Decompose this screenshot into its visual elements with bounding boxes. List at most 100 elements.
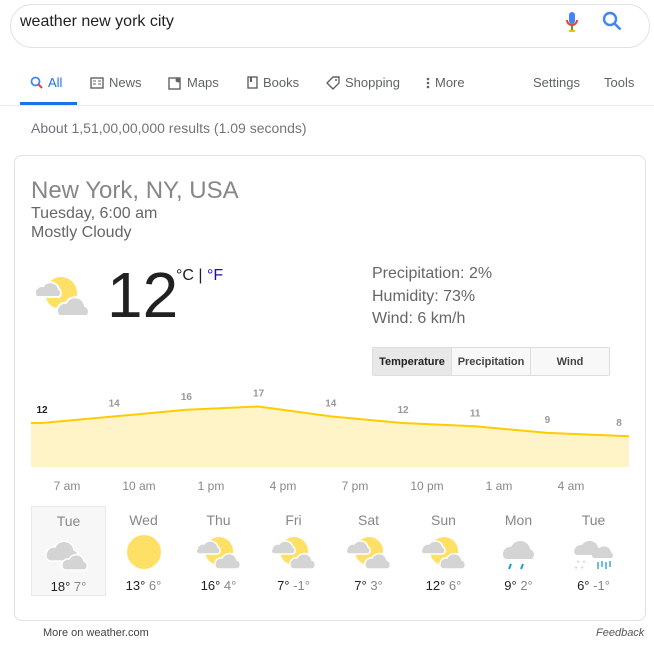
tab-books[interactable]: Books xyxy=(247,75,299,90)
low-temp: 2° xyxy=(520,578,533,593)
hour-label: 10 pm xyxy=(410,479,444,493)
hour-label: 1 pm xyxy=(197,479,225,493)
high-temp: 6° xyxy=(577,578,590,593)
tab-label: News xyxy=(109,75,142,90)
forecast-day[interactable]: Sun 12° 6° xyxy=(406,506,481,596)
fahrenheit-unit[interactable]: °F xyxy=(207,267,223,284)
wind: Wind: 6 km/h xyxy=(372,310,466,327)
condition: Mostly Cloudy xyxy=(31,224,132,241)
low-temp: -1° xyxy=(593,578,610,593)
chart-mode-selector: Temperature Precipitation Wind xyxy=(372,347,610,376)
hour-label: 7 pm xyxy=(341,479,369,493)
humidity: Humidity: 73% xyxy=(372,288,476,305)
hour-label: 10 am xyxy=(122,479,156,493)
forecast-day[interactable]: Tue + + + + 6° -1° xyxy=(556,506,631,596)
partly-cloudy-icon xyxy=(33,277,90,317)
microphone-icon[interactable] xyxy=(565,11,579,33)
tab-label: More xyxy=(435,75,465,90)
low-temp: 3° xyxy=(370,578,383,593)
tab-more[interactable]: More xyxy=(426,75,465,90)
wind-button[interactable]: Wind xyxy=(531,348,609,375)
day-temps: 9° 2° xyxy=(481,578,556,593)
day-name: Sat xyxy=(357,512,379,528)
day-name: Thu xyxy=(206,512,231,528)
location: New York, NY, USA xyxy=(31,177,239,204)
forecast-day[interactable]: Sat 7° 3° xyxy=(331,506,406,596)
day-name: Tue xyxy=(56,513,81,529)
unit-separator: | xyxy=(193,267,207,284)
day-name: Fri xyxy=(285,512,302,528)
rain-icon xyxy=(481,532,556,572)
day-temps: 7° -1° xyxy=(256,578,331,593)
day-name: Wed xyxy=(129,512,158,528)
tab-news[interactable]: News xyxy=(90,75,142,90)
tab-maps[interactable]: Maps xyxy=(168,75,219,90)
tools-link[interactable]: Tools xyxy=(604,75,634,90)
search-input[interactable]: weather new york city xyxy=(20,13,174,31)
low-temp: 4° xyxy=(223,578,237,593)
high-temp: 9° xyxy=(504,578,517,593)
day-temps: 6° -1° xyxy=(556,578,631,593)
tab-shopping[interactable]: Shopping xyxy=(326,75,400,90)
feedback-link[interactable]: Feedback xyxy=(596,627,644,639)
temperature-button[interactable]: Temperature xyxy=(373,348,452,375)
high-temp: 18° xyxy=(50,579,71,594)
low-temp: -1° xyxy=(293,578,310,593)
divider xyxy=(0,105,654,106)
day-temps: 7° 3° xyxy=(331,578,406,593)
temperature-label: 16 xyxy=(181,392,193,403)
low-temp: 6° xyxy=(448,578,462,593)
high-temp: 7° xyxy=(354,578,367,593)
dots-icon xyxy=(426,77,430,88)
tab-label: All xyxy=(48,75,63,90)
temperature-label: 8 xyxy=(616,418,622,429)
precipitation-button[interactable]: Precipitation xyxy=(452,348,531,375)
forecast-day[interactable]: Fri 7° -1° xyxy=(256,506,331,596)
tab-all[interactable]: All xyxy=(30,75,62,90)
partly-cloudy-icon xyxy=(331,532,406,572)
low-temp: 6° xyxy=(148,578,162,593)
partly-cloudy-icon xyxy=(406,532,481,572)
map-icon xyxy=(168,76,181,90)
day-name: Sun xyxy=(431,512,456,528)
result-stats: About 1,51,00,00,000 results (1.09 secon… xyxy=(31,120,307,136)
hour-label: 4 am xyxy=(557,479,585,493)
day-temps: 18° 7° xyxy=(32,579,105,594)
precipitation: Precipitation: 2% xyxy=(372,265,493,282)
day-temps: 16° 4° xyxy=(181,578,256,593)
temperature-chart: 12 14 16 17 14 12 11 9 8 xyxy=(31,389,630,467)
forecast-day[interactable]: Tue 18° 7° xyxy=(31,506,106,596)
time: Tuesday, 6:00 am xyxy=(31,205,158,222)
temperature-label: 17 xyxy=(253,389,265,400)
sun-icon xyxy=(106,532,181,572)
current-temperature: 12 xyxy=(107,259,179,331)
hour-label: 4 pm xyxy=(269,479,297,493)
more-link[interactable]: More on weather.com xyxy=(43,627,149,639)
book-icon xyxy=(247,76,258,89)
day-name: Tue xyxy=(581,512,606,528)
hour-label: 7 am xyxy=(53,479,81,493)
high-temp: 7° xyxy=(277,578,290,593)
news-icon xyxy=(90,76,104,89)
high-temp: 13° xyxy=(125,578,146,593)
day-name: Mon xyxy=(504,512,533,528)
day-temps: 12° 6° xyxy=(406,578,481,593)
temperature-label: 14 xyxy=(325,398,337,409)
unit-toggle[interactable]: °C | °F xyxy=(176,267,223,285)
tab-label: Maps xyxy=(187,75,219,90)
forecast-day[interactable]: Wed 13° 6° xyxy=(106,506,181,596)
partly-cloudy-icon xyxy=(256,532,331,572)
search-icon[interactable] xyxy=(601,10,623,32)
high-temp: 12° xyxy=(425,578,446,593)
temperature-label: 11 xyxy=(470,408,481,419)
high-temp: 16° xyxy=(200,578,221,593)
rain-snow-icon: + + + + xyxy=(556,532,631,572)
temperature-label: 9 xyxy=(545,415,551,426)
celsius-unit[interactable]: °C xyxy=(176,267,194,284)
svg-text:+ +: + + xyxy=(574,565,584,572)
forecast-day[interactable]: Thu 16° 4° xyxy=(181,506,256,596)
forecast-day[interactable]: Mon 9° 2° xyxy=(481,506,556,596)
search-icon xyxy=(30,76,43,89)
low-temp: 7° xyxy=(73,579,87,594)
settings-link[interactable]: Settings xyxy=(533,75,580,90)
